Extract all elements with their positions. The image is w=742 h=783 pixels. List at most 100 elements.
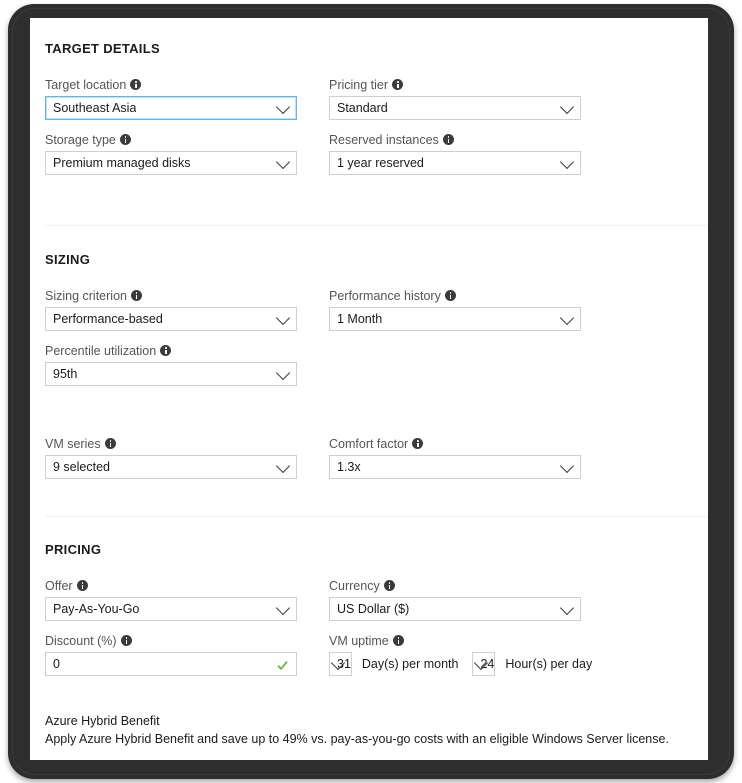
info-icon[interactable] [392,79,404,90]
section-title-target-details: TARGET DETAILS [45,41,160,56]
label-discount-text: Discount (%) [45,634,117,648]
field-storage-type: Storage type Premium managed disks [45,133,297,175]
select-currency[interactable]: US Dollar ($) [329,597,581,621]
label-sizing-criterion: Sizing criterion [45,289,297,304]
hybrid-benefit-title: Azure Hybrid Benefit [45,714,160,728]
uptime-hours-unit-label: Hour(s) per day [505,657,593,671]
chevron-down-icon [275,365,291,381]
select-vm-series[interactable]: 9 selected [45,455,297,479]
select-sizing-criterion[interactable]: Performance-based [45,307,297,331]
field-vm-series: VM series 9 selected [45,437,297,479]
device-frame: TARGET DETAILS Target location Southeast… [8,4,734,779]
label-pricing-tier-text: Pricing tier [329,78,389,92]
chevron-down-icon [275,154,291,170]
info-icon[interactable] [383,580,395,591]
field-offer: Offer Pay-As-You-Go [45,579,297,621]
select-uptime-days[interactable]: 31 [329,652,352,676]
label-percentile-utilization: Percentile utilization [45,344,297,359]
info-icon[interactable] [130,79,142,90]
azure-hybrid-benefit-block: Azure Hybrid Benefit Apply Azure Hybrid … [30,713,708,760]
chevron-down-icon [275,458,291,474]
select-performance-history-value: 1 Month [337,312,383,326]
field-pricing-tier: Pricing tier Standard [329,78,581,120]
select-vm-series-value: 9 selected [53,460,110,474]
chevron-down-icon [275,99,291,115]
label-storage-type: Storage type [45,133,297,148]
info-icon[interactable] [392,635,404,646]
info-icon[interactable] [444,290,456,301]
label-percentile-utilization-text: Percentile utilization [45,344,157,358]
info-icon[interactable] [160,345,172,356]
select-storage-type-value: Premium managed disks [53,156,191,170]
sizing-left-column: Sizing criterion Performance-based Perce… [45,289,297,394]
sizing-right-column: Performance history 1 Month [329,289,581,394]
label-target-location: Target location [45,78,297,93]
field-target-location: Target location Southeast Asia [45,78,297,120]
select-offer[interactable]: Pay-As-You-Go [45,597,297,621]
chevron-down-icon [559,600,575,616]
chevron-down-icon [275,310,291,326]
field-vm-uptime: VM uptime 31 Day(s) per month 24 Hour(s)… [329,634,592,676]
info-icon[interactable] [76,580,88,591]
input-discount[interactable]: 0 [45,652,297,676]
select-reserved-instances[interactable]: 1 year reserved [329,151,581,175]
select-uptime-hours[interactable]: 24 [472,652,496,676]
field-comfort-factor: Comfort factor 1.3x [329,437,581,479]
section-title-pricing: PRICING [45,542,102,557]
chevron-down-icon [275,600,291,616]
info-icon[interactable] [119,134,131,145]
select-percentile-utilization-value: 95th [53,367,78,381]
pricing-left-column: Offer Pay-As-You-Go Discount (%) 0 [45,579,297,684]
label-storage-type-text: Storage type [45,133,116,147]
label-vm-series-text: VM series [45,437,101,451]
label-comfort-factor-text: Comfort factor [329,437,409,451]
label-vm-uptime: VM uptime [329,634,581,649]
field-sizing-criterion: Sizing criterion Performance-based [45,289,297,331]
label-offer-text: Offer [45,579,73,593]
label-vm-uptime-text: VM uptime [329,634,389,648]
label-reserved-instances: Reserved instances [329,133,581,148]
sizing-right-column-2: Comfort factor 1.3x [329,437,581,487]
target-details-left-column: Target location Southeast Asia Storage t… [45,78,297,183]
vm-uptime-controls: 31 Day(s) per month 24 Hour(s) per day [329,652,592,676]
section-target-details: TARGET DETAILS Target location Southeast… [30,18,708,183]
assessment-settings-card: TARGET DETAILS Target location Southeast… [30,18,708,760]
target-details-right-column: Pricing tier Standard Reserved instances [329,78,581,183]
label-currency-text: Currency [329,579,380,593]
label-reserved-instances-text: Reserved instances [329,133,439,147]
hybrid-benefit-description: Apply Azure Hybrid Benefit and save up t… [45,732,669,746]
label-sizing-criterion-text: Sizing criterion [45,289,127,303]
info-icon[interactable] [412,438,424,449]
select-target-location-value: Southeast Asia [53,101,137,115]
info-icon[interactable] [130,290,142,301]
chevron-down-icon [559,154,575,170]
label-pricing-tier: Pricing tier [329,78,581,93]
valid-check-icon [277,658,288,671]
select-offer-value: Pay-As-You-Go [53,602,140,616]
select-comfort-factor[interactable]: 1.3x [329,455,581,479]
field-performance-history: Performance history 1 Month [329,289,581,331]
select-performance-history[interactable]: 1 Month [329,307,581,331]
info-icon[interactable] [104,438,116,449]
select-percentile-utilization[interactable]: 95th [45,362,297,386]
chevron-down-icon [559,99,575,115]
field-discount: Discount (%) 0 [45,634,297,676]
field-percentile-utilization: Percentile utilization 95th [45,344,297,386]
select-storage-type[interactable]: Premium managed disks [45,151,297,175]
select-target-location[interactable]: Southeast Asia [45,96,297,120]
field-reserved-instances: Reserved instances 1 year reserved [329,133,581,175]
select-currency-value: US Dollar ($) [337,602,410,616]
select-reserved-instances-value: 1 year reserved [337,156,424,170]
section-sizing: SIZING Sizing criterion Performance-base… [30,226,708,487]
info-icon[interactable] [442,134,454,145]
uptime-days-unit-label: Day(s) per month [361,657,459,671]
select-pricing-tier[interactable]: Standard [329,96,581,120]
field-currency: Currency US Dollar ($) [329,579,581,621]
label-offer: Offer [45,579,297,594]
select-sizing-criterion-value: Performance-based [53,312,163,326]
label-performance-history: Performance history [329,289,581,304]
label-performance-history-text: Performance history [329,289,441,303]
pricing-right-column: Currency US Dollar ($) VM uptime 31 Day(… [329,579,592,684]
info-icon[interactable] [120,635,132,646]
label-vm-series: VM series [45,437,297,452]
